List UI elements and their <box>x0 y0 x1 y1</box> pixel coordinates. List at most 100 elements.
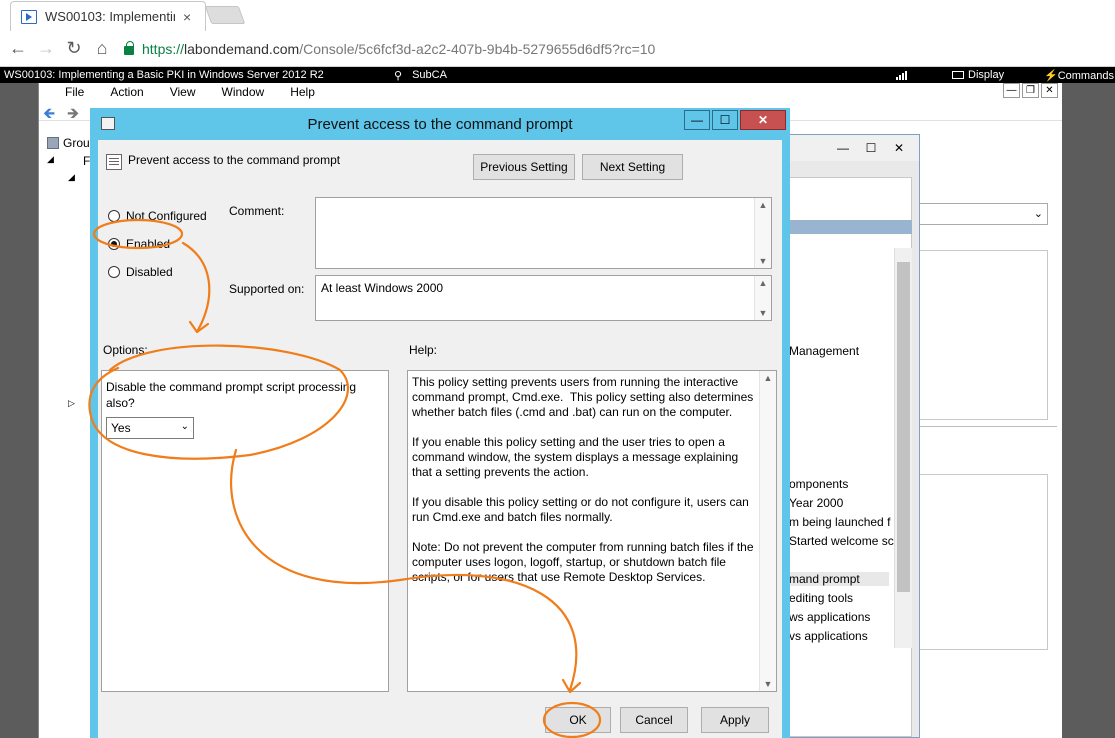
option-question: Disable the command prompt script proces… <box>106 380 357 410</box>
policy-name: Prevent access to the command prompt <box>128 153 341 167</box>
gpmc-window-buttons: — ❐ ✕ <box>1001 83 1058 98</box>
scroll-up-icon[interactable]: ▲ <box>760 373 776 383</box>
previous-setting-button[interactable]: Previous Setting <box>473 154 575 180</box>
supported-on-field: At least Windows 2000 ▲ ▼ <box>315 275 772 321</box>
commands-label: Commands <box>1057 69 1114 82</box>
scroll-up-icon[interactable]: ▲ <box>755 200 771 210</box>
scroll-down-icon[interactable]: ▼ <box>755 256 771 266</box>
next-setting-button[interactable]: Next Setting <box>582 154 683 180</box>
lab-favicon-icon <box>21 9 37 24</box>
radio-circle-icon[interactable] <box>108 210 120 222</box>
menu-help[interactable]: Help <box>290 85 315 99</box>
gpo-folder-icon <box>47 137 59 149</box>
back-arrow-icon[interactable]: ← <box>4 38 32 59</box>
home-icon[interactable]: ⌂ <box>88 38 116 59</box>
scroll-thumb[interactable] <box>897 262 910 592</box>
minimize-icon[interactable]: — <box>1003 83 1020 98</box>
scroll-up-icon[interactable]: ▲ <box>755 278 771 288</box>
dialog-titlebar[interactable]: Prevent access to the command prompt — ☐… <box>90 108 790 140</box>
gpmc-filter-select[interactable]: ⌄ <box>912 203 1048 225</box>
browser-tab[interactable]: WS00103: Implementing × <box>10 1 206 31</box>
close-icon[interactable]: ✕ <box>740 110 786 130</box>
scroll-down-icon[interactable]: ▼ <box>760 679 776 689</box>
collapse-arrow-icon[interactable]: ▷ <box>68 398 75 409</box>
option-select[interactable]: Yes ⌄ <box>106 417 194 439</box>
tab-close-icon[interactable]: × <box>183 9 191 25</box>
display-button[interactable]: Display <box>952 69 1004 81</box>
monitor-icon <box>952 71 964 79</box>
close-icon[interactable]: ✕ <box>1041 83 1058 98</box>
minimize-icon[interactable]: — <box>684 110 710 130</box>
forward-arrow-icon[interactable]: → <box>32 38 60 59</box>
list-item[interactable]: Started welcome scr <box>789 534 898 548</box>
option-value: Yes <box>111 421 131 435</box>
reload-icon[interactable]: ↻ <box>60 38 88 59</box>
comment-label: Comment: <box>229 204 285 218</box>
browser-toolbar: ← → ↻ ⌂ https:// labondemand.com /Consol… <box>0 31 1115 67</box>
lab-title: WS00103: Implementing a Basic PKI in Win… <box>4 69 324 81</box>
radio-enabled[interactable]: Enabled <box>108 237 170 251</box>
tab-title: WS00103: Implementing <box>45 9 175 24</box>
browser-tabstrip: WS00103: Implementing × <box>0 0 1115 31</box>
url-scheme: https:// <box>142 40 185 57</box>
radio-circle-icon[interactable] <box>108 266 120 278</box>
scroll-down-icon[interactable]: ▼ <box>755 308 771 318</box>
ok-button[interactable]: OK <box>545 707 611 733</box>
policy-icon <box>106 154 122 170</box>
maximize-icon[interactable]: ☐ <box>712 110 738 130</box>
signal-icon <box>896 70 907 80</box>
gpmc-menubar: File Action View Window Help <box>39 83 1062 100</box>
list-header-bar <box>786 220 912 234</box>
list-scrollbar[interactable] <box>894 248 912 648</box>
cancel-button[interactable]: Cancel <box>620 707 688 733</box>
minimize-icon[interactable]: — <box>829 138 857 158</box>
help-text: This policy setting prevents users from … <box>412 375 754 584</box>
url-host: labondemand.com <box>184 40 300 57</box>
list-item-selected[interactable]: mand prompt <box>789 572 889 586</box>
policy-list: Management omponents Year 2000 m being l… <box>786 177 912 737</box>
comment-scrollbar[interactable]: ▲ ▼ <box>754 198 771 268</box>
options-label: Options: <box>103 343 148 357</box>
list-item[interactable]: editing tools <box>789 591 853 605</box>
list-item[interactable]: ws applications <box>789 610 870 624</box>
radio-label: Disabled <box>126 265 173 279</box>
commands-button[interactable]: ⚡Commands <box>1044 69 1114 82</box>
restore-icon[interactable]: ❐ <box>1022 83 1039 98</box>
menu-action[interactable]: Action <box>110 85 143 99</box>
radio-selected-icon[interactable] <box>108 238 120 250</box>
pin-icon: ⚲ <box>394 69 403 82</box>
new-tab-button[interactable] <box>204 6 246 24</box>
radio-not-configured[interactable]: Not Configured <box>108 209 207 223</box>
help-scrollbar[interactable]: ▲ ▼ <box>759 371 776 691</box>
gpmc-settings-box <box>912 474 1048 650</box>
dialog-window-buttons: — ☐ ✕ <box>684 110 788 130</box>
menu-view[interactable]: View <box>170 85 196 99</box>
list-item[interactable]: m being launched f <box>789 515 890 529</box>
supported-scrollbar[interactable]: ▲ ▼ <box>754 276 771 320</box>
radio-label: Not Configured <box>126 209 207 223</box>
vm-name: SubCA <box>412 69 447 81</box>
menu-window[interactable]: Window <box>222 85 265 99</box>
gpmc-settings-box <box>912 250 1048 420</box>
lock-icon <box>124 41 134 55</box>
close-icon[interactable]: ✕ <box>885 138 913 158</box>
options-panel: Disable the command prompt script proces… <box>101 370 389 692</box>
chevron-down-icon: ⌄ <box>1033 208 1043 220</box>
radio-disabled[interactable]: Disabled <box>108 265 173 279</box>
comment-field[interactable]: ▲ ▼ <box>315 197 772 269</box>
maximize-icon[interactable]: ☐ <box>857 138 885 158</box>
menu-file[interactable]: File <box>65 85 84 99</box>
list-item[interactable]: vs applications <box>789 629 868 643</box>
apply-button[interactable]: Apply <box>701 707 769 733</box>
vm-selector[interactable]: ⚲ SubCA <box>394 69 447 82</box>
gp-editor-window: — ☐ ✕ Management omponents Year 2000 m b… <box>786 134 920 738</box>
address-bar[interactable]: https:// labondemand.com /Console/5c6fcf… <box>124 41 655 57</box>
list-item[interactable]: omponents <box>789 477 848 491</box>
list-item[interactable]: Year 2000 <box>789 496 843 510</box>
tree-root[interactable]: Grou <box>63 136 90 150</box>
expand-arrow-icon[interactable]: ◢ <box>47 154 54 165</box>
supported-on-label: Supported on: <box>229 282 305 296</box>
list-item[interactable]: Management <box>789 344 859 358</box>
expand-arrow-icon[interactable]: ◢ <box>68 172 75 183</box>
help-panel: This policy setting prevents users from … <box>407 370 777 692</box>
